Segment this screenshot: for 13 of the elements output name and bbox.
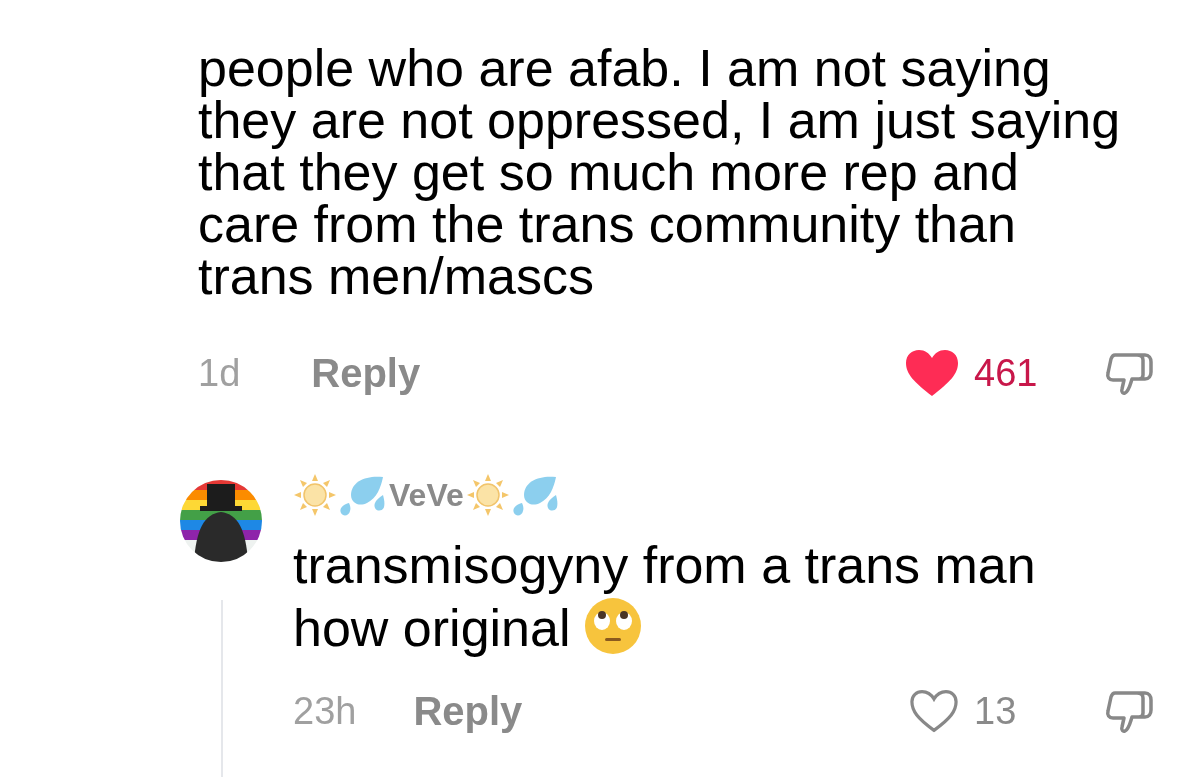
like-count: 13	[974, 688, 1018, 734]
heart-icon[interactable]	[908, 688, 960, 734]
reply-button[interactable]: Reply	[311, 343, 421, 403]
comment-text: people who are afab. I am not saying they are not oppressed, I am just saying that they get so much more rep and care from the trans community than trans men/mascs	[198, 39, 1121, 305]
username[interactable]: VeVe	[389, 471, 464, 519]
comment-text: transmisogyny from a trans man how original	[293, 536, 1036, 657]
sun-icon	[293, 473, 337, 517]
sun-icon	[465, 473, 510, 517]
comment-age: 1d	[198, 350, 241, 396]
heart-icon[interactable]	[904, 348, 960, 398]
comment-age: 23h	[293, 688, 357, 734]
like-count: 461	[974, 350, 1039, 396]
reply-button[interactable]: Reply	[413, 681, 523, 741]
